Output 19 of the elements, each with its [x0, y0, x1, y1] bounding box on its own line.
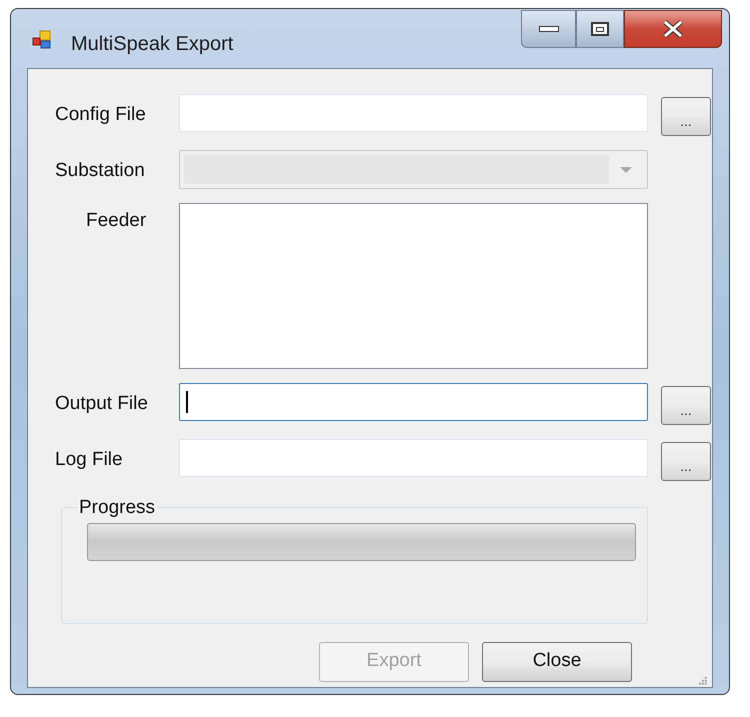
- window-title: MultiSpeak Export: [71, 32, 234, 57]
- close-button[interactable]: [624, 10, 722, 48]
- field-label: Log File: [54, 448, 124, 472]
- resize-grip-icon: [696, 676, 708, 687]
- field-label: Substation: [54, 159, 146, 183]
- browse-button[interactable]: ...: [661, 386, 711, 425]
- maximize-button[interactable]: [576, 10, 624, 48]
- close-icon: [662, 20, 684, 38]
- app-icon: [32, 30, 52, 50]
- text-caret: [186, 391, 188, 413]
- field-label: Output File: [54, 392, 149, 416]
- minimize-button[interactable]: [521, 10, 576, 48]
- browse-button[interactable]: ...: [661, 442, 711, 481]
- text-field[interactable]: [179, 383, 648, 421]
- browse-button[interactable]: ...: [661, 97, 711, 136]
- field-label: Feeder: [85, 209, 148, 233]
- dialog-button[interactable]: Close: [482, 642, 632, 682]
- field-label: Config File: [54, 103, 147, 127]
- dropdown-arrow-icon: [619, 166, 633, 174]
